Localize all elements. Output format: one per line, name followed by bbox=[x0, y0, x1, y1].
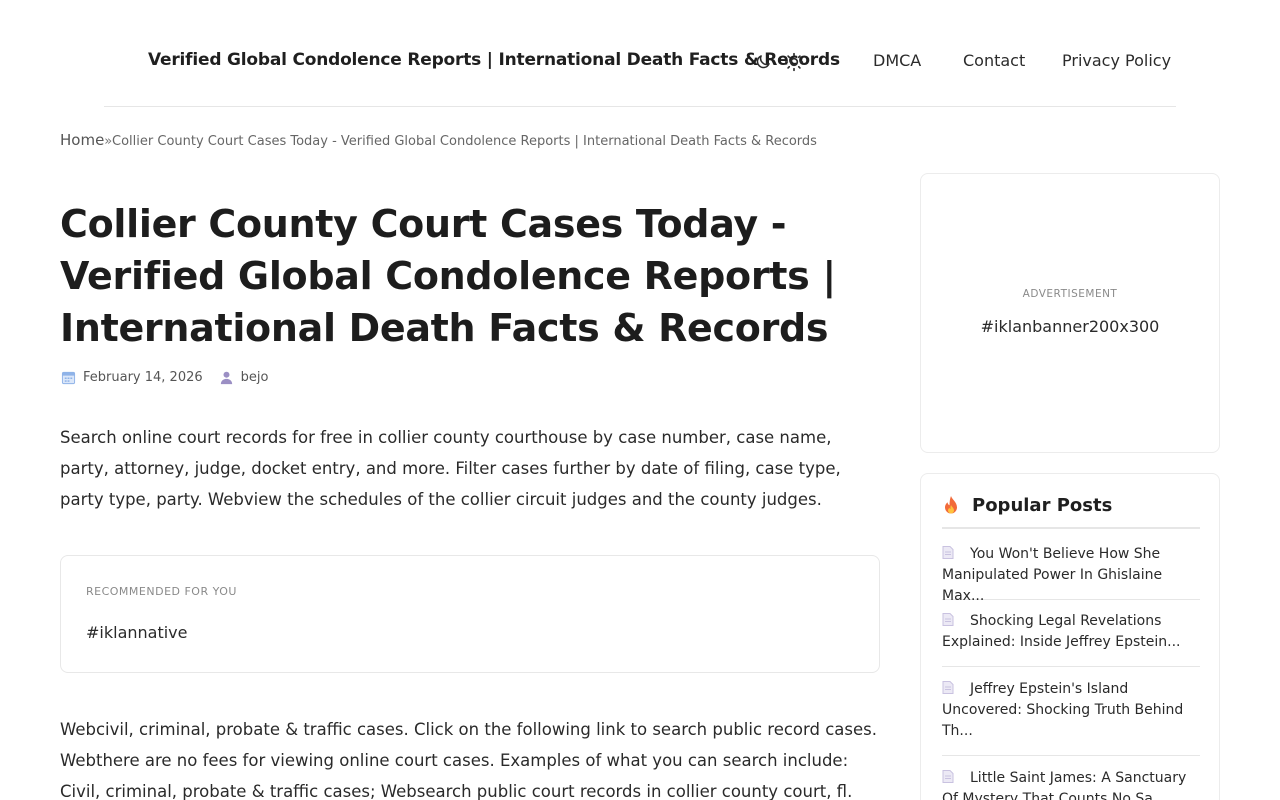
flame-icon bbox=[945, 496, 957, 514]
popular-post-title[interactable]: Jeffrey Epstein's Island Uncovered: Shoc… bbox=[942, 681, 1183, 739]
moon-icon[interactable] bbox=[752, 51, 774, 73]
native-ad-placeholder: #iklannative bbox=[86, 623, 188, 642]
document-icon bbox=[942, 681, 954, 694]
popular-post-item[interactable]: Jeffrey Epstein's Island Uncovered: Shoc… bbox=[942, 679, 1200, 756]
native-ad-box: RECOMMENDED FOR YOU #iklannative bbox=[60, 555, 880, 673]
sidebar-ad-box: ADVERTISEMENT #iklanbanner200x300 bbox=[920, 173, 1220, 453]
document-icon bbox=[942, 613, 954, 626]
popular-post-title[interactable]: You Won't Believe How She Manipulated Po… bbox=[942, 546, 1162, 604]
post-date-text: February 14, 2026 bbox=[83, 370, 203, 385]
popular-post-item[interactable]: Little Saint James: A Sanctuary Of Myste… bbox=[942, 768, 1200, 800]
popular-posts-widget: Popular Posts You Won't Believe How She … bbox=[920, 473, 1220, 800]
post-date: February 14, 2026 bbox=[61, 370, 203, 385]
popular-post-item[interactable]: Shocking Legal Revelations Explained: In… bbox=[942, 611, 1200, 667]
ad-placeholder: #iklanbanner200x300 bbox=[980, 317, 1160, 336]
popular-post-title[interactable]: Little Saint James: A Sanctuary Of Myste… bbox=[942, 770, 1186, 800]
popular-posts-header: Popular Posts bbox=[942, 495, 1200, 529]
breadcrumb: Home»Collier County Court Cases Today - … bbox=[60, 131, 817, 149]
post-title: Collier County Court Cases Today - Verif… bbox=[60, 202, 836, 350]
sun-icon[interactable] bbox=[783, 51, 805, 73]
breadcrumb-separator: » bbox=[104, 134, 113, 149]
document-icon bbox=[942, 770, 954, 783]
nav-privacy-policy[interactable]: Privacy Policy bbox=[1062, 51, 1171, 70]
breadcrumb-home[interactable]: Home bbox=[60, 131, 104, 149]
document-icon bbox=[942, 546, 954, 559]
popular-post-item[interactable]: You Won't Believe How She Manipulated Po… bbox=[942, 544, 1200, 604]
post-paragraph: Webcivil, criminal, probate & traffic ca… bbox=[60, 720, 877, 800]
popular-posts-title: Popular Posts bbox=[972, 495, 1113, 516]
popular-post-title[interactable]: Shocking Legal Revelations Explained: In… bbox=[942, 613, 1180, 650]
nav-dmca[interactable]: DMCA bbox=[873, 51, 921, 70]
breadcrumb-current: Collier County Court Cases Today - Verif… bbox=[112, 134, 817, 149]
calendar-icon bbox=[61, 371, 76, 385]
post-author[interactable]: bejo bbox=[219, 370, 269, 385]
post-meta: February 14, 2026 bejo bbox=[61, 370, 268, 385]
post-paragraph: Search online court records for free in … bbox=[60, 428, 841, 509]
site-title[interactable]: Verified Global Condolence Reports | Int… bbox=[148, 50, 840, 70]
user-icon bbox=[220, 371, 232, 385]
site-header: Verified Global Condolence Reports | Int… bbox=[104, 0, 1176, 107]
post-author-name[interactable]: bejo bbox=[241, 370, 269, 385]
native-ad-label: RECOMMENDED FOR YOU bbox=[86, 585, 237, 598]
nav-contact[interactable]: Contact bbox=[963, 51, 1025, 70]
ad-label: ADVERTISEMENT bbox=[1022, 288, 1118, 300]
